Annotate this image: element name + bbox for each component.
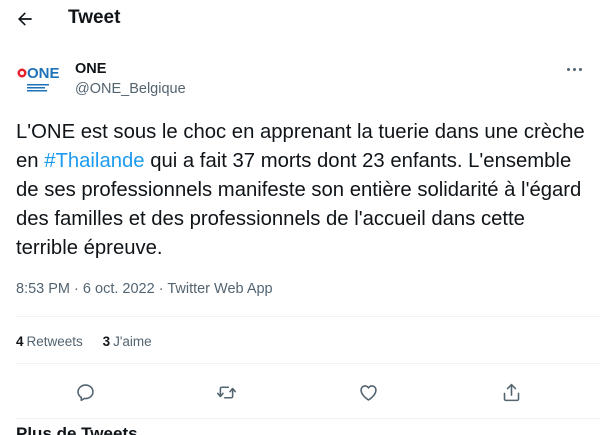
share-icon [503,383,519,401]
reply-icon [76,383,94,401]
retweets-count: 4 [16,334,24,349]
hashtag-link[interactable]: #Thailande [44,150,144,172]
page-title: Tweet [68,7,121,28]
more-tweets-heading: Plus de Tweets [16,424,138,435]
tweet-stats: 4 Retweets 3 J'aime [16,332,168,352]
likes-label: J'aime [113,334,152,349]
action-bar [0,374,600,410]
likes-stat[interactable]: 3 J'aime [103,334,152,349]
tweet-text: L'ONE est sous le choc en apprenant la t… [16,118,591,263]
more-options-button[interactable] [562,60,586,78]
retweets-label: Retweets [26,334,83,349]
arrow-left-icon [18,12,32,26]
divider [16,316,600,317]
retweet-button[interactable] [208,374,244,410]
retweet-icon [216,385,236,399]
author-name[interactable]: ONE [75,60,106,78]
back-button[interactable] [12,6,38,32]
top-bar: Tweet [0,0,600,36]
meta-separator: · [158,281,164,297]
divider [16,418,600,419]
reply-button[interactable] [67,374,103,410]
more-icon [566,67,570,71]
divider [16,363,600,364]
one-logo: ONE [17,65,60,92]
likes-count: 3 [102,334,111,349]
meta-separator: · [74,281,79,297]
author-handle[interactable]: @ONE_Belgique [75,80,186,98]
retweets-stat[interactable]: 4 Retweets [16,334,83,349]
tweet-meta: 8:53 PM · 6 oct. 2022 · Twitter Web App [16,279,273,299]
like-button[interactable] [350,374,386,410]
tweet-time[interactable]: 8:53 PM [16,281,70,297]
share-button[interactable] [493,374,529,410]
tweet-date[interactable]: 6 oct. 2022 [83,281,155,297]
avatar[interactable]: ONE [16,62,64,98]
logo-wordmark: ONE [27,65,60,82]
heart-icon [359,384,377,401]
tweet-source[interactable]: Twitter Web App [167,281,272,297]
